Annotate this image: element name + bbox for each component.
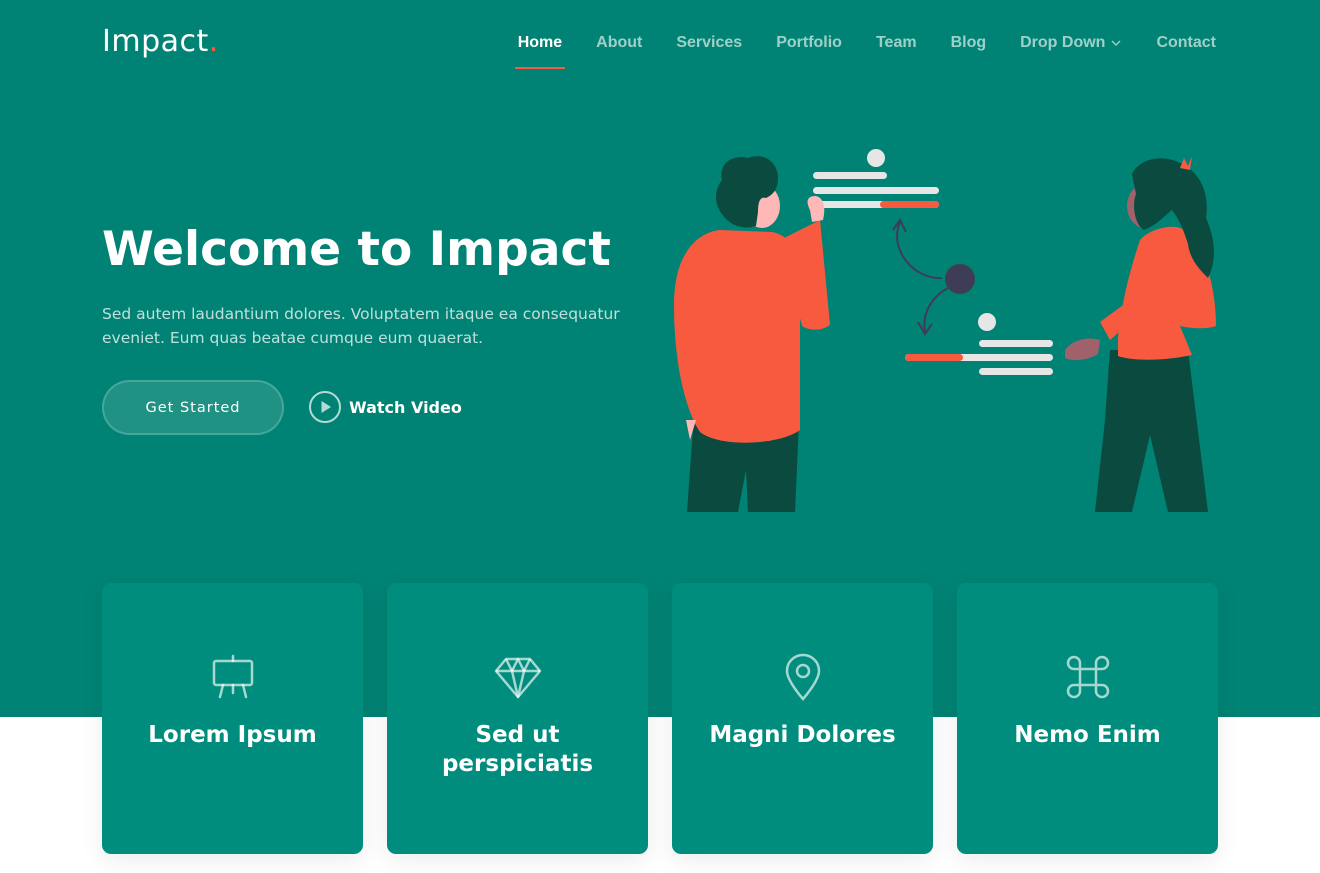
logo-dot: . bbox=[208, 24, 219, 59]
card-nemo-enim[interactable]: Nemo Enim bbox=[957, 583, 1218, 854]
card-lorem-ipsum[interactable]: Lorem Ipsum bbox=[102, 583, 363, 854]
main-nav: Home About Services Portfolio Team Blog … bbox=[484, 34, 1216, 69]
hero-illustration bbox=[674, 149, 1216, 512]
card-sed-ut-perspiciatis[interactable]: Sed ut perspiciatis bbox=[387, 583, 648, 854]
hero-title: Welcome to Impact bbox=[102, 222, 611, 277]
geo-pin-icon bbox=[785, 653, 820, 701]
hero-subtitle: Sed autem laudantium dolores. Voluptatem… bbox=[102, 305, 620, 347]
command-icon bbox=[1066, 655, 1109, 699]
card-title: Lorem Ipsum bbox=[148, 722, 317, 748]
logo[interactable]: Impact. bbox=[102, 24, 219, 59]
nav-item-dropdown[interactable]: Drop Down bbox=[1020, 34, 1122, 52]
easel-icon bbox=[212, 654, 253, 699]
play-circle-icon bbox=[309, 391, 341, 423]
nav-item-blog[interactable]: Blog bbox=[951, 34, 987, 52]
nav-item-contact[interactable]: Contact bbox=[1156, 34, 1216, 52]
watch-video-button[interactable]: Watch Video bbox=[308, 390, 462, 424]
nav-item-home[interactable]: Home bbox=[514, 34, 566, 69]
feature-cards: Lorem Ipsum Sed ut perspiciatis Magni Do… bbox=[102, 583, 1218, 854]
nav-item-services[interactable]: Services bbox=[676, 34, 742, 52]
nav-item-portfolio[interactable]: Portfolio bbox=[776, 34, 842, 52]
logo-text: Impact bbox=[102, 24, 209, 59]
nav-item-dropdown-label: Drop Down bbox=[1020, 34, 1106, 51]
chevron-down-icon bbox=[1111, 40, 1121, 46]
card-title: Nemo Enim bbox=[1014, 722, 1161, 748]
card-title: Sed ut perspiciatis bbox=[441, 722, 594, 777]
nav-item-about[interactable]: About bbox=[596, 34, 642, 52]
card-magni-dolores[interactable]: Magni Dolores bbox=[672, 583, 933, 854]
gem-icon bbox=[494, 657, 541, 699]
get-started-button[interactable]: Get Started bbox=[102, 380, 284, 435]
nav-item-team[interactable]: Team bbox=[876, 34, 917, 52]
watch-video-label: Watch Video bbox=[349, 397, 462, 417]
card-title: Magni Dolores bbox=[709, 722, 896, 748]
